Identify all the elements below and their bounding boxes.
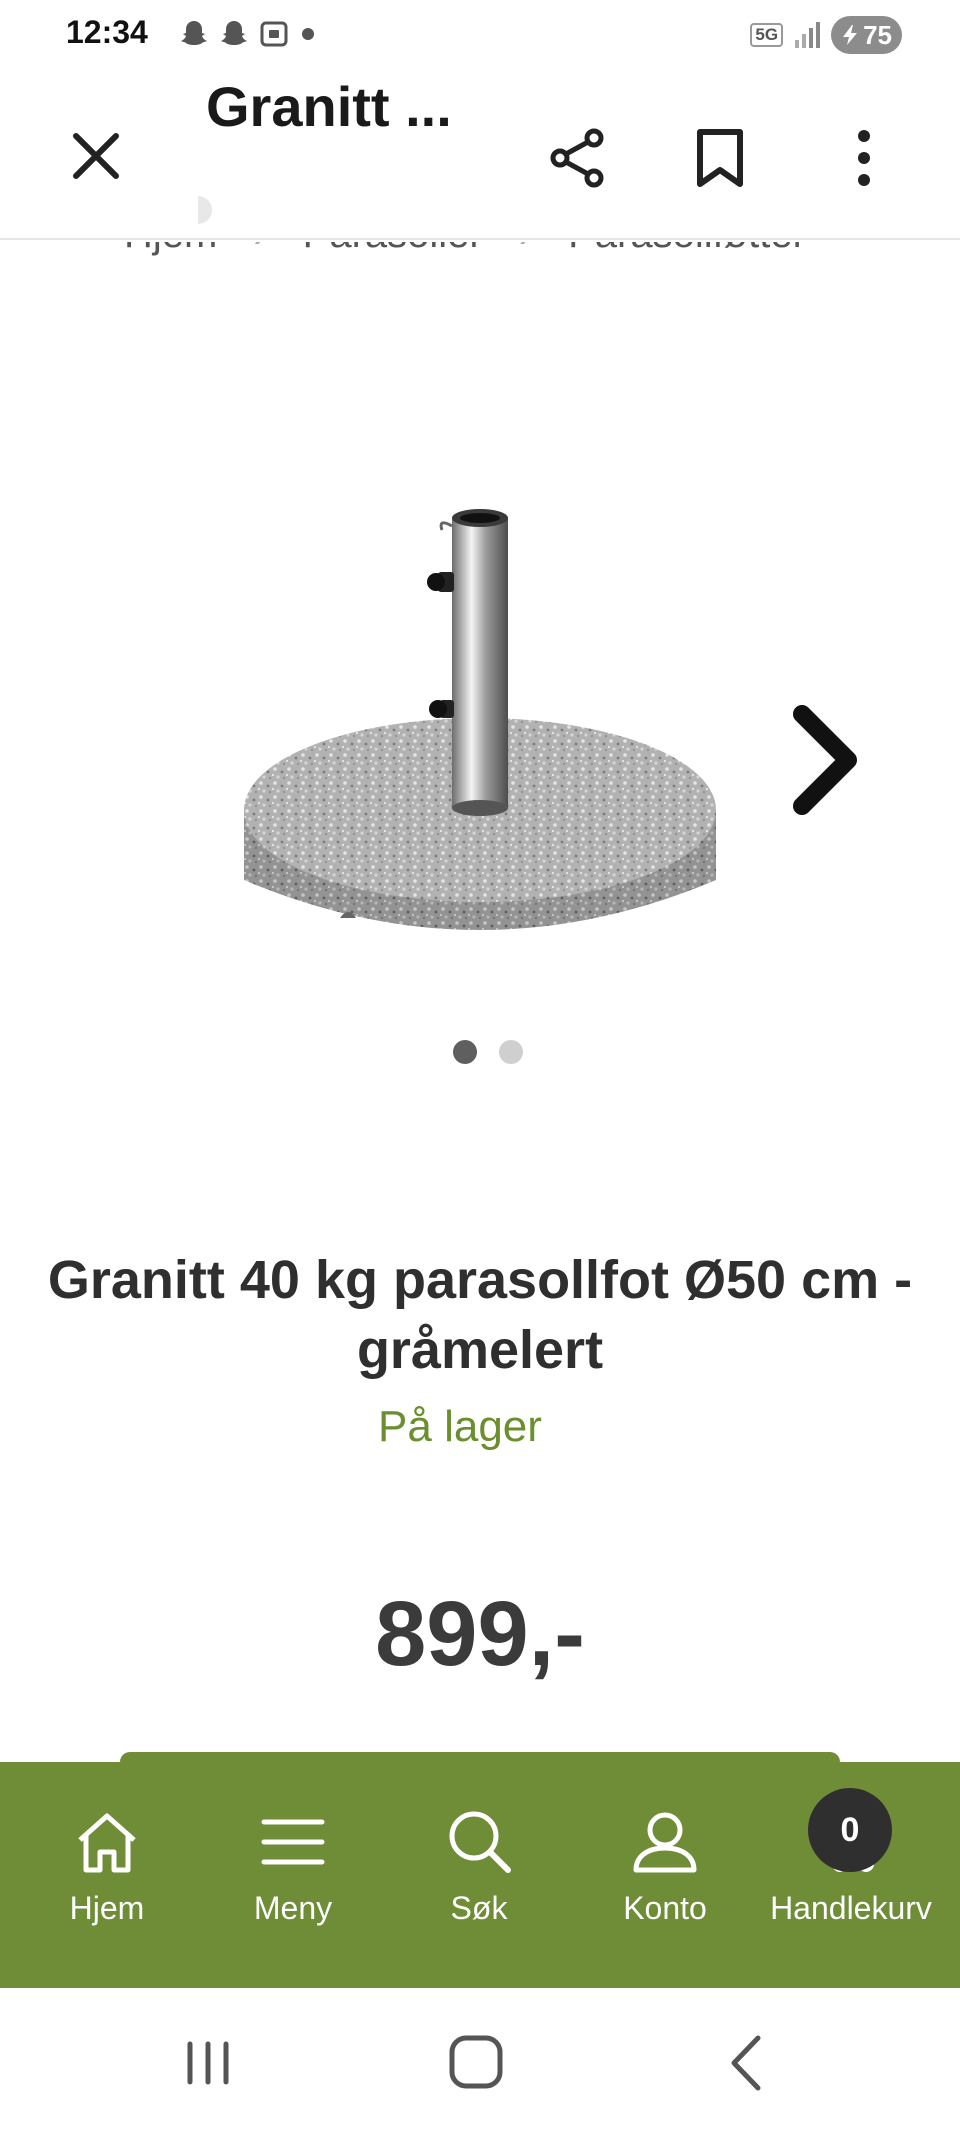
dot-icon — [302, 28, 314, 40]
snapchat-icon — [181, 21, 207, 45]
back-icon[interactable] — [706, 2028, 786, 2098]
nav-item-home[interactable]: Hjem — [14, 1808, 200, 1948]
carousel-dots — [0, 1040, 960, 1064]
custom-tab-toolbar: Granitt ... — [0, 70, 960, 240]
breadcrumb-separator: › — [519, 242, 532, 257]
nav-item-search[interactable]: Søk — [386, 1808, 572, 1948]
battery-level: 75 — [863, 19, 892, 50]
share-icon[interactable] — [546, 126, 610, 190]
nav-label-menu: Meny — [253, 1890, 333, 1926]
nav-label-home: Hjem — [69, 1890, 145, 1926]
snapchat-icon — [221, 21, 247, 45]
bookmark-icon[interactable] — [690, 126, 750, 190]
search-icon — [449, 1811, 511, 1873]
carousel-dot-active[interactable] — [453, 1040, 477, 1064]
signal-icon — [795, 22, 821, 48]
close-icon[interactable] — [66, 126, 126, 186]
product-gallery[interactable] — [0, 440, 960, 1060]
more-vert-icon[interactable] — [836, 126, 892, 190]
status-bar: 12:34 5G 75 — [0, 0, 960, 70]
nav-label-cart: Handlekurv — [770, 1890, 932, 1926]
nav-label-account: Konto — [623, 1890, 707, 1926]
site-bottom-nav: Hjem Meny Søk Konto Handlekurv — [0, 1762, 960, 1988]
progress-indicator — [198, 196, 212, 224]
home-icon[interactable] — [436, 2028, 516, 2098]
nav-label-search: Søk — [450, 1890, 508, 1926]
breadcrumb-item-parasols[interactable]: Parasoller — [303, 242, 483, 257]
status-right: 5G 75 — [750, 16, 902, 54]
breadcrumb-separator: › — [253, 242, 266, 257]
breadcrumb-item-parasol-bases[interactable]: Parasollføtter — [568, 242, 806, 257]
chevron-right-icon[interactable] — [788, 700, 868, 820]
menu-icon — [261, 1819, 325, 1865]
nav-item-menu[interactable]: Meny — [200, 1808, 386, 1948]
battery-indicator: 75 — [831, 16, 902, 54]
page-title: Granitt ... — [206, 75, 452, 138]
system-nav-bar — [0, 1988, 960, 2133]
nav-item-account[interactable]: Konto — [572, 1808, 758, 1948]
breadcrumb: Hjem › Parasoller › Parasollføtter — [0, 242, 960, 264]
carousel-dot[interactable] — [499, 1040, 523, 1064]
status-time: 12:34 — [66, 14, 148, 50]
product-image[interactable] — [230, 500, 730, 1060]
screenshot-icon — [260, 21, 288, 47]
charging-icon — [843, 25, 858, 45]
home-icon — [78, 1813, 136, 1873]
account-icon — [633, 1812, 697, 1873]
network-indicator: 5G — [750, 23, 784, 47]
recents-icon[interactable] — [168, 2028, 248, 2098]
notification-icons — [178, 18, 318, 50]
cart-count-badge: 0 — [808, 1788, 892, 1872]
product-price: 899,- — [375, 1583, 585, 1685]
stock-status: På lager — [378, 1402, 542, 1451]
product-title: Granitt 40 kg parasollfot Ø50 cm - gråme… — [47, 1250, 913, 1380]
breadcrumb-item-home[interactable]: Hjem — [124, 242, 217, 257]
